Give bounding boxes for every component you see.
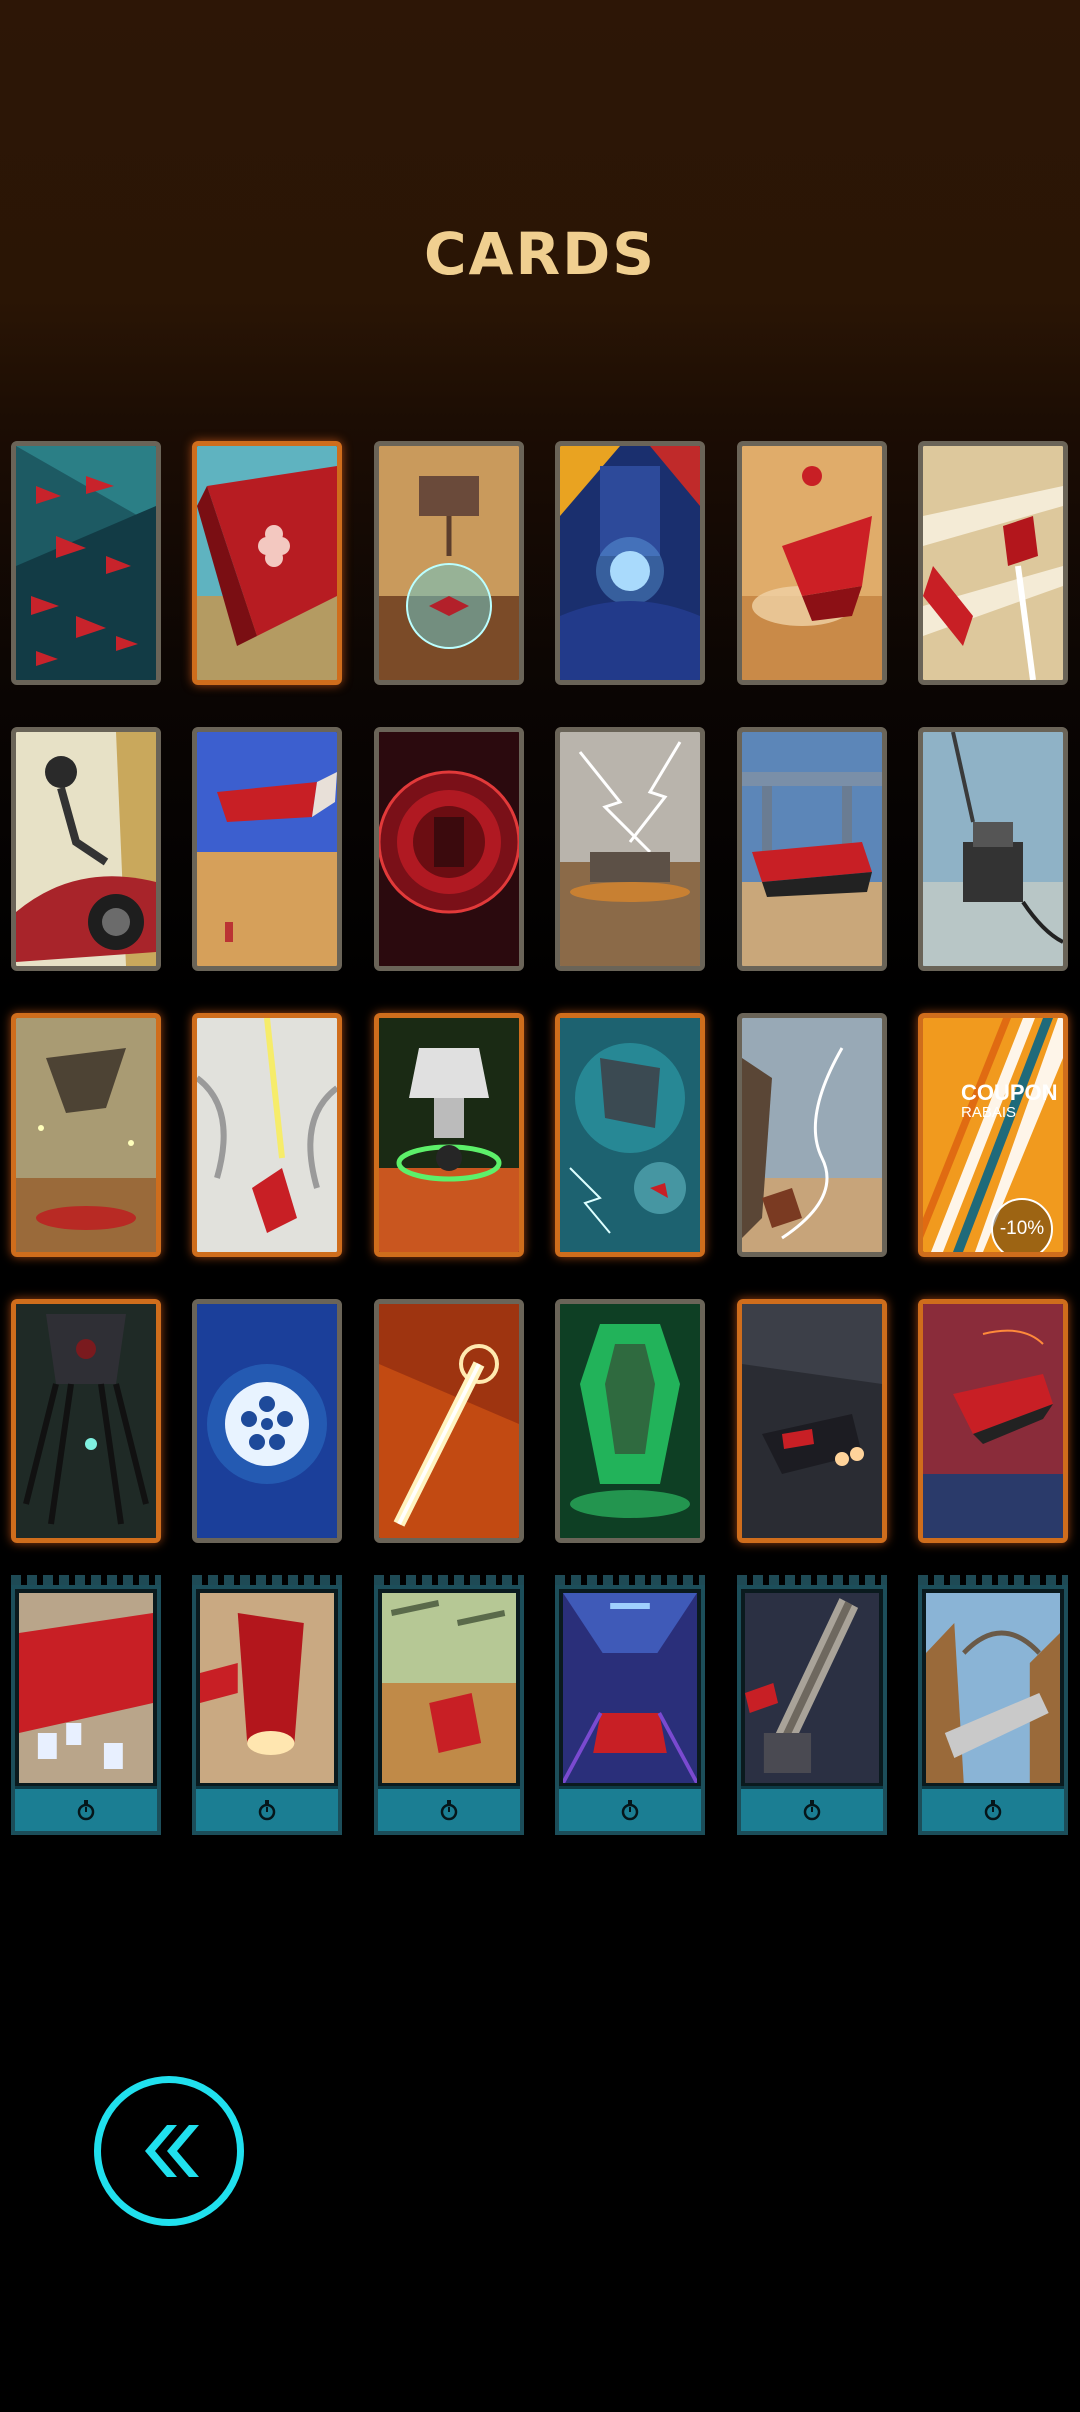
card-art	[379, 1304, 519, 1538]
card-mech-green-vortex[interactable]	[374, 1013, 524, 1257]
card-art	[197, 446, 337, 680]
card-art	[16, 732, 156, 966]
card-frame-decoration	[192, 1575, 342, 1585]
card-frame-decoration	[374, 1575, 524, 1585]
timed-card-gatling-gun[interactable]	[737, 1575, 887, 1835]
card-crash-desert-trails[interactable]	[737, 1013, 887, 1257]
card-art	[563, 1593, 697, 1783]
timed-card-silver-rocket-canyon[interactable]	[918, 1575, 1068, 1835]
card-art	[16, 446, 156, 680]
card-blue-hex-sphere[interactable]	[192, 1299, 342, 1543]
timer-bar	[196, 1786, 338, 1831]
card-dark-spider-mech[interactable]	[11, 1299, 161, 1543]
card-art	[197, 1304, 337, 1538]
card-art	[382, 1593, 516, 1783]
coupon-label: COUPON RABAIS	[961, 1080, 1058, 1121]
card-flying-fortress-desert[interactable]	[11, 1013, 161, 1257]
card-art	[379, 732, 519, 966]
card-frame-decoration	[11, 1575, 161, 1585]
card-red-ships-teal-grid[interactable]	[11, 441, 161, 685]
timed-card-red-ship-cards[interactable]	[11, 1575, 161, 1835]
timer-bar	[559, 1786, 701, 1831]
card-orange-laser-beam[interactable]	[374, 1299, 524, 1543]
card-red-vortex-core[interactable]	[374, 727, 524, 971]
card-art	[742, 446, 882, 680]
card-art	[379, 1018, 519, 1252]
card-mech-blue-storm[interactable]	[555, 1013, 705, 1257]
card-art	[745, 1593, 879, 1783]
card-ship-tentacles-beam[interactable]	[192, 1013, 342, 1257]
card-art	[742, 1304, 882, 1538]
stopwatch-icon	[621, 1800, 639, 1821]
stopwatch-icon	[803, 1800, 821, 1821]
card-art	[379, 446, 519, 680]
card-art	[926, 1593, 1060, 1783]
card-art	[16, 1018, 156, 1252]
card-red-hull-clover[interactable]	[192, 441, 342, 685]
card-red-hover-car-bridge[interactable]	[737, 727, 887, 971]
card-dark-mech-fighter[interactable]	[737, 1299, 887, 1543]
card-red-ship-desert[interactable]	[737, 441, 887, 685]
coupon-title: COUPON	[961, 1080, 1058, 1105]
card-art	[742, 1018, 882, 1252]
timer-bar	[741, 1786, 883, 1831]
card-red-ship-light-streaks[interactable]	[918, 441, 1068, 685]
card-red-ship-blue-sky[interactable]	[192, 727, 342, 971]
card-art	[197, 1018, 337, 1252]
card-frame-decoration	[737, 1575, 887, 1585]
card-turret-station[interactable]	[918, 727, 1068, 971]
timer-bar	[922, 1786, 1064, 1831]
card-art	[923, 1304, 1063, 1538]
card-art	[923, 446, 1063, 680]
coupon-subtitle: RABAIS	[961, 1104, 1017, 1121]
card-art	[197, 732, 337, 966]
card-art	[19, 1593, 153, 1783]
card-art	[16, 1304, 156, 1538]
card-art	[560, 1018, 700, 1252]
card-coupon[interactable]: COUPON RABAIS -10%	[918, 1013, 1068, 1257]
card-art	[923, 732, 1063, 966]
timed-card-red-engine-ship[interactable]	[192, 1575, 342, 1835]
timer-bar	[378, 1786, 520, 1831]
card-frame-decoration	[555, 1575, 705, 1585]
stopwatch-icon	[258, 1800, 276, 1821]
timed-card-neon-tunnel[interactable]	[555, 1575, 705, 1835]
card-green-crystal-core[interactable]	[555, 1299, 705, 1543]
card-art	[200, 1593, 334, 1783]
card-red-ship-sunset-sea[interactable]	[918, 1299, 1068, 1543]
double-chevron-left-icon	[145, 2125, 199, 2177]
stopwatch-icon	[77, 1800, 95, 1821]
card-frame-decoration	[918, 1575, 1068, 1585]
timer-bar	[15, 1786, 157, 1831]
card-art	[560, 732, 700, 966]
card-art	[560, 446, 700, 680]
stopwatch-icon	[440, 1800, 458, 1821]
cards-grid: COUPON RABAIS -10%	[0, 0, 1080, 2412]
card-art	[560, 1304, 700, 1538]
card-robot-arm-car[interactable]	[11, 727, 161, 971]
coupon-discount-badge: -10%	[991, 1198, 1053, 1252]
stopwatch-icon	[984, 1800, 1002, 1821]
card-tank-lightning[interactable]	[555, 727, 705, 971]
back-button[interactable]	[94, 2076, 244, 2226]
card-drone-shield-bubble[interactable]	[374, 441, 524, 685]
timed-card-ship-canyon-green[interactable]	[374, 1575, 524, 1835]
card-blue-machine-energy[interactable]	[555, 441, 705, 685]
card-art	[742, 732, 882, 966]
